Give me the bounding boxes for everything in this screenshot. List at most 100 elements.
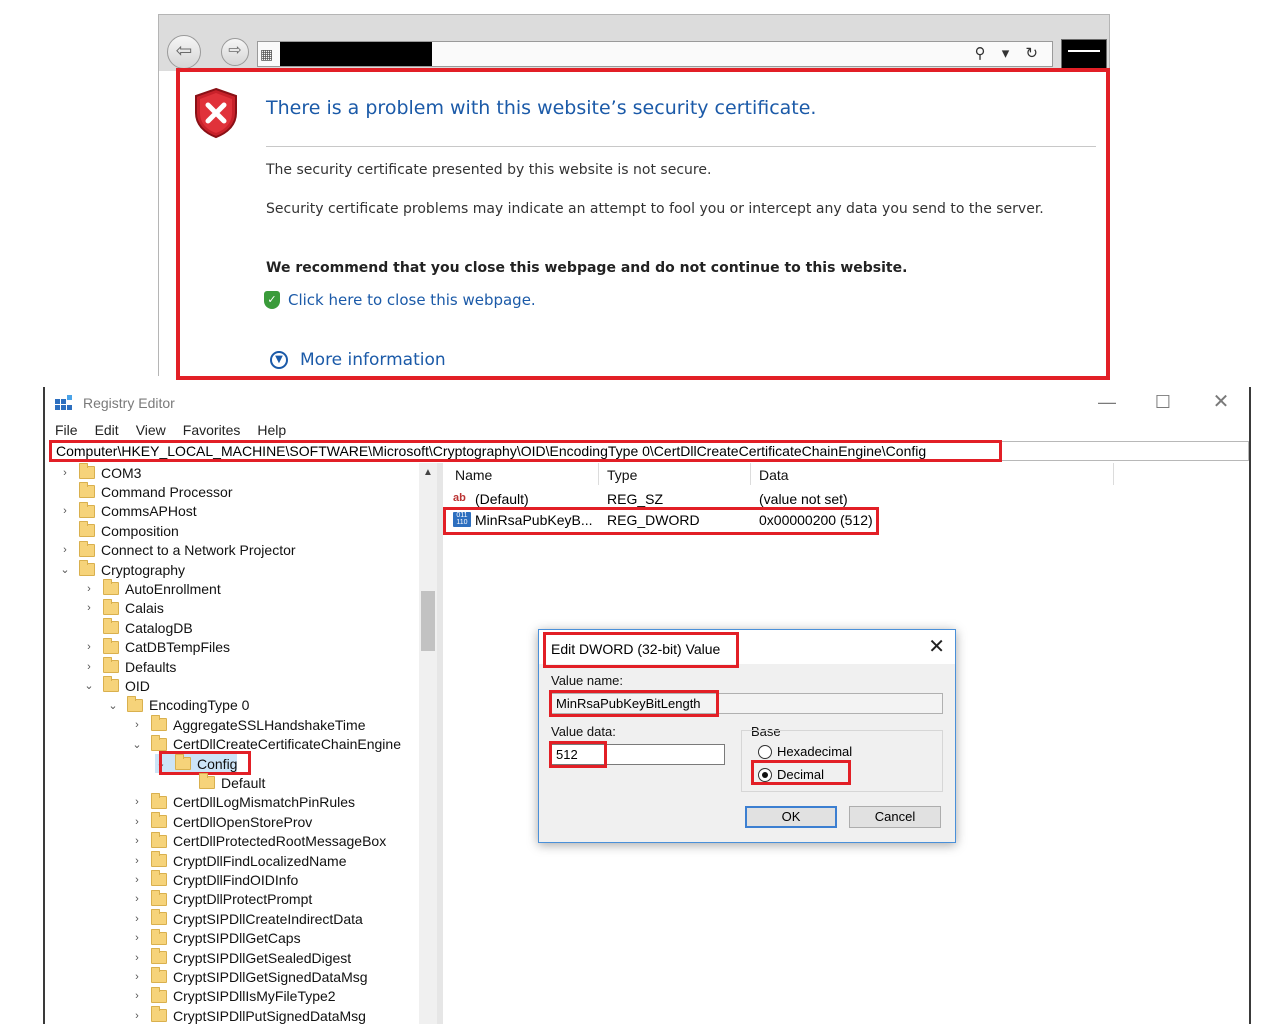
back-button[interactable]: ⇦ — [167, 35, 201, 69]
column-data[interactable]: Data — [759, 467, 789, 483]
hexadecimal-label[interactable]: Hexadecimal — [777, 744, 852, 759]
list-item[interactable]: ab (Default) REG_SZ (value not set) — [443, 489, 1251, 509]
tree-node-label[interactable]: CertDllProtectedRootMessageBox — [173, 833, 386, 849]
chevron-down-icon[interactable]: ⌄ — [59, 563, 71, 576]
dialog-close-icon[interactable]: ✕ — [928, 634, 945, 659]
chevron-right-icon[interactable]: › — [131, 893, 143, 905]
forward-button[interactable]: ⇨ — [221, 38, 249, 66]
tree-node[interactable]: › CryptDllFindOIDInfo — [131, 870, 298, 889]
chevron-right-icon[interactable]: › — [131, 719, 143, 731]
tree-node-label[interactable]: OID — [125, 678, 150, 694]
column-divider[interactable] — [598, 463, 599, 485]
list-item[interactable]: 011 110 MinRsaPubKeyB... REG_DWORD 0x0000… — [443, 507, 1251, 535]
tree-node[interactable]: › CertDllOpenStoreProv — [131, 812, 312, 831]
tree-node-label[interactable]: Default — [221, 775, 265, 791]
chevron-right-icon[interactable]: › — [131, 835, 143, 847]
chevron-right-icon[interactable]: › — [131, 796, 143, 808]
tree-node[interactable]: › CatDBTempFiles — [83, 637, 230, 657]
menu-edit[interactable]: Edit — [85, 420, 126, 440]
tree-node[interactable]: › CommsAPHost — [59, 501, 197, 521]
tree-node[interactable]: › AggregateSSLHandshakeTime — [131, 715, 366, 734]
scroll-up-icon[interactable]: ▲ — [419, 467, 437, 478]
tree-node-label[interactable]: Composition — [101, 523, 179, 539]
tree-node-label[interactable]: CryptDllFindOIDInfo — [173, 872, 298, 888]
search-refresh-icons[interactable]: ⚲ ▾ ↻ — [975, 44, 1044, 62]
more-information-toggle[interactable]: ▼ More information — [270, 350, 446, 370]
tree-node-label[interactable]: AggregateSSLHandshakeTime — [173, 717, 366, 733]
tree-node[interactable]: Composition — [59, 521, 179, 540]
tree-node[interactable]: › CryptSIPDllGetCaps — [131, 928, 301, 948]
chevron-right-icon[interactable]: › — [131, 816, 143, 828]
browser-address-bar[interactable]: ▦ ⚲ ▾ ↻ — [257, 41, 1053, 67]
tree-node-label[interactable]: COM3 — [101, 465, 141, 481]
tree-node-label[interactable]: Connect to a Network Projector — [101, 542, 296, 558]
tree-node-label[interactable]: CertDllLogMismatchPinRules — [173, 794, 355, 810]
chevron-right-icon[interactable]: › — [131, 952, 143, 964]
chevron-right-icon[interactable]: › — [83, 602, 95, 614]
tree-scrollbar[interactable]: ▲ — [419, 463, 437, 1024]
chevron-down-icon[interactable]: ⌄ — [107, 699, 119, 712]
menu-favorites[interactable]: Favorites — [173, 420, 248, 440]
chevron-down-icon[interactable]: ⌄ — [83, 679, 95, 692]
tree-node[interactable]: › Connect to a Network Projector — [59, 540, 296, 560]
chevron-right-icon[interactable]: › — [131, 913, 143, 925]
chevron-right-icon[interactable]: › — [83, 641, 95, 653]
tree-node[interactable]: › CertDllLogMismatchPinRules — [131, 792, 355, 812]
tree-node-label[interactable]: Calais — [125, 600, 164, 616]
tree-node-label[interactable]: CatalogDB — [125, 620, 193, 636]
tree-node[interactable]: ⌄ OID — [83, 676, 150, 695]
tree-node[interactable]: › CryptSIPDllPutSignedDataMsg — [131, 1006, 366, 1024]
tree-node[interactable]: Command Processor — [59, 482, 233, 501]
column-name[interactable]: Name — [455, 467, 492, 483]
browser-tab[interactable] — [1061, 39, 1107, 69]
tree-node[interactable]: › COM3 — [59, 463, 141, 482]
tree-node[interactable]: Default — [179, 773, 265, 792]
ok-button[interactable]: OK — [745, 806, 837, 828]
tree-node-label[interactable]: CryptSIPDllPutSignedDataMsg — [173, 1008, 366, 1024]
chevron-right-icon[interactable]: › — [59, 544, 71, 556]
scroll-thumb[interactable] — [421, 591, 435, 651]
tree-node-label[interactable]: CryptSIPDllGetSealedDigest — [173, 950, 351, 966]
tree-node-label[interactable]: CryptSIPDllIsMyFileType2 — [173, 988, 336, 1004]
tree-node[interactable]: ⌄ Config — [155, 751, 251, 775]
tree-node[interactable]: › Calais — [83, 598, 164, 618]
chevron-down-icon[interactable]: ⌄ — [131, 738, 143, 751]
tree-node-label[interactable]: CryptSIPDllGetSignedDataMsg — [173, 969, 368, 985]
close-button[interactable]: ✕ — [1201, 391, 1241, 415]
tree-node-label[interactable]: CryptDllProtectPrompt — [173, 891, 312, 907]
chevron-right-icon[interactable]: › — [131, 1010, 143, 1022]
tree-node-label[interactable]: Defaults — [125, 659, 176, 675]
menu-help[interactable]: Help — [247, 420, 293, 440]
chevron-right-icon[interactable]: › — [83, 583, 95, 595]
tree-node-label[interactable]: CertDllCreateCertificateChainEngine — [173, 736, 401, 752]
tree-node[interactable]: ⌄ Cryptography — [59, 560, 185, 579]
tree-node-label[interactable]: CryptSIPDllGetCaps — [173, 930, 301, 946]
tree-node[interactable]: › CryptDllProtectPrompt — [131, 889, 312, 909]
close-webpage-link[interactable]: ✓ Click here to close this webpage. — [264, 291, 536, 309]
chevron-right-icon[interactable]: › — [131, 855, 143, 867]
cancel-button[interactable]: Cancel — [849, 806, 941, 828]
minimize-button[interactable]: — — [1087, 391, 1127, 415]
tree-node[interactable]: ⌄ EncodingType 0 — [107, 695, 249, 715]
tree-node-label[interactable]: CryptSIPDllCreateIndirectData — [173, 911, 363, 927]
tree-node[interactable]: › Defaults — [83, 657, 176, 676]
maximize-button[interactable]: ☐ — [1143, 391, 1183, 415]
chevron-right-icon[interactable]: › — [83, 661, 95, 673]
tree-node-label[interactable]: CryptDllFindLocalizedName — [173, 853, 347, 869]
column-type[interactable]: Type — [607, 467, 637, 483]
menu-file[interactable]: File — [45, 420, 85, 440]
chevron-right-icon[interactable]: › — [59, 467, 71, 479]
tree-node[interactable]: › CryptSIPDllIsMyFileType2 — [131, 986, 336, 1006]
column-divider[interactable] — [750, 463, 751, 485]
tree-node[interactable]: › CryptSIPDllCreateIndirectData — [131, 909, 363, 928]
close-webpage-link-label[interactable]: Click here to close this webpage. — [288, 291, 536, 309]
tree-node-label[interactable]: CertDllOpenStoreProv — [173, 814, 312, 830]
tree-node-label[interactable]: Cryptography — [101, 562, 185, 578]
registry-path[interactable]: Computer\HKEY_LOCAL_MACHINE\SOFTWARE\Mic… — [49, 440, 1002, 462]
chevron-right-icon[interactable]: › — [131, 932, 143, 944]
tree-node[interactable]: CatalogDB — [83, 618, 193, 637]
tree-node-label[interactable]: CatDBTempFiles — [125, 639, 230, 655]
chevron-right-icon[interactable]: › — [131, 971, 143, 983]
tree-node[interactable]: › CryptSIPDllGetSealedDigest — [131, 948, 351, 967]
menu-view[interactable]: View — [126, 420, 173, 440]
